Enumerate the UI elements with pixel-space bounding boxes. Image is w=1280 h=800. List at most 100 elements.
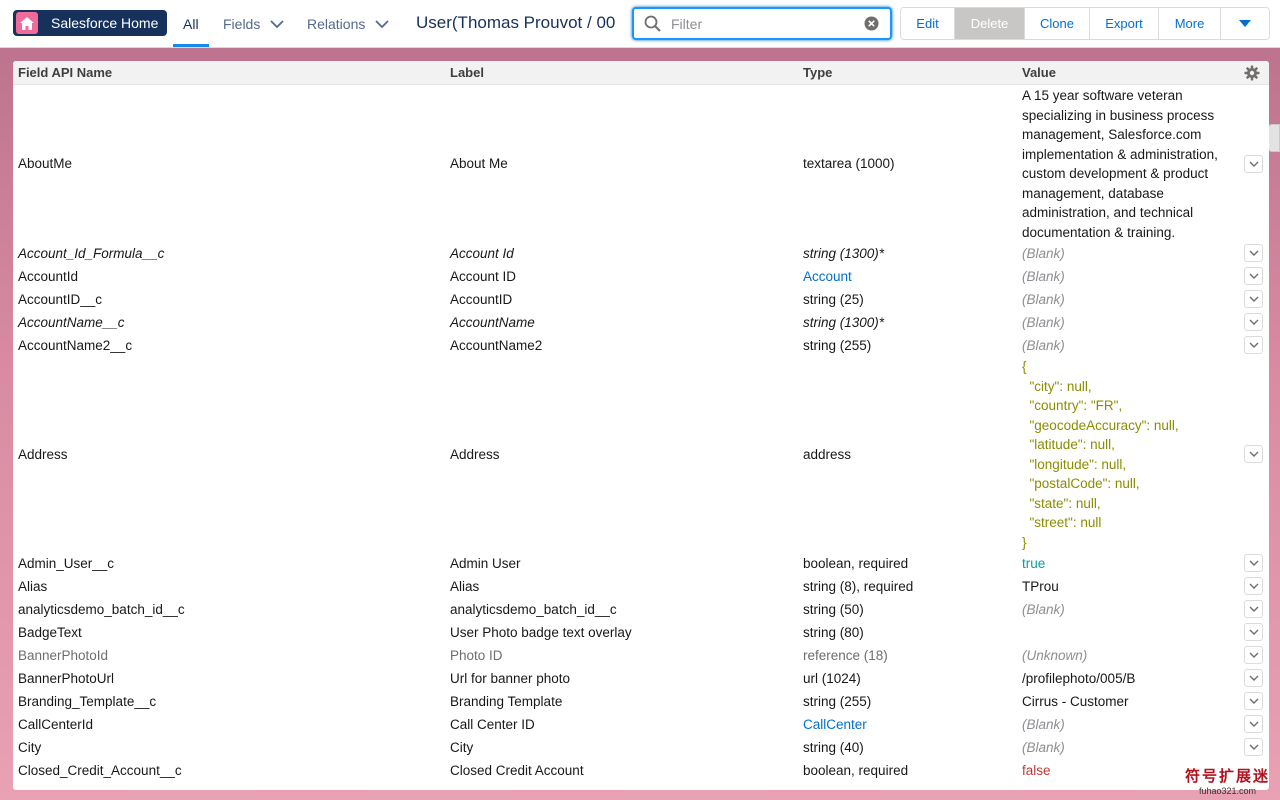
row-menu-button[interactable]: [1244, 600, 1263, 618]
field-value[interactable]: (Blank): [1022, 269, 1065, 284]
clear-icon[interactable]: [864, 16, 879, 31]
field-value[interactable]: (Blank): [1022, 315, 1065, 330]
field-api-name[interactable]: AboutMe: [18, 156, 72, 171]
field-api-name[interactable]: analyticsdemo_batch_id__c: [18, 602, 185, 617]
field-api-name[interactable]: Closed_Credit_Account__c: [18, 763, 182, 778]
header-field-api-name[interactable]: Field API Name: [18, 65, 112, 80]
chevron-down-icon: [1249, 342, 1258, 348]
field-api-name[interactable]: AccountName2__c: [18, 338, 132, 353]
chevron-down-icon: [1249, 675, 1258, 681]
table-row: Admin_User__c Admin User boolean, requir…: [13, 552, 1269, 575]
field-api-name[interactable]: BannerPhotoId: [18, 648, 108, 663]
field-label: AccountName: [450, 315, 535, 330]
table-header: Field API Name Label Type Value: [13, 61, 1269, 85]
row-menu-button[interactable]: [1244, 267, 1263, 285]
chevron-down-icon: [270, 19, 284, 29]
edit-button[interactable]: Edit: [901, 8, 955, 39]
export-button[interactable]: Export: [1090, 8, 1159, 39]
chevron-down-icon: [375, 19, 390, 29]
table-row: Address Address address { "city": null, …: [13, 357, 1269, 552]
chevron-down-icon: [1249, 698, 1258, 704]
field-value[interactable]: (Blank): [1022, 338, 1065, 353]
field-type: boolean, required: [803, 763, 909, 778]
field-api-name[interactable]: BannerPhotoUrl: [18, 671, 114, 686]
delete-button[interactable]: Delete: [955, 8, 1025, 39]
table-row: BadgeText User Photo badge text overlay …: [13, 621, 1269, 644]
field-type: address: [803, 447, 852, 462]
field-api-name[interactable]: AccountID__c: [18, 292, 102, 307]
field-api-name[interactable]: AccountId: [18, 269, 78, 284]
row-menu-button[interactable]: [1244, 244, 1263, 262]
field-value[interactable]: (Unknown): [1022, 648, 1087, 663]
field-value[interactable]: /profilephoto/005/B: [1022, 671, 1135, 686]
field-type: string (255): [803, 338, 872, 353]
field-type-link[interactable]: Account: [803, 269, 852, 284]
tab-fields-label: Fields: [223, 16, 261, 32]
field-value[interactable]: (Blank): [1022, 602, 1065, 617]
field-type: url (1024): [803, 671, 861, 686]
clone-button[interactable]: Clone: [1025, 8, 1090, 39]
field-value[interactable]: (Blank): [1022, 292, 1065, 307]
row-menu-button[interactable]: [1244, 646, 1263, 664]
field-value[interactable]: true: [1022, 556, 1045, 571]
filter-box: [632, 7, 892, 40]
row-menu-button[interactable]: [1244, 577, 1263, 595]
field-value[interactable]: Cirrus - Customer: [1022, 694, 1129, 709]
home-label: Salesforce Home: [51, 15, 159, 31]
chevron-down-icon: [1249, 583, 1258, 589]
tab-fields[interactable]: Fields: [223, 0, 284, 48]
field-value[interactable]: (Blank): [1022, 246, 1065, 261]
field-label: Admin User: [450, 556, 521, 571]
tab-all[interactable]: All: [173, 0, 208, 48]
home-icon: [16, 12, 38, 34]
field-value[interactable]: A 15 year software veteran specializing …: [1022, 86, 1234, 242]
field-value[interactable]: { "city": null, "country": "FR", "geocod…: [1022, 357, 1179, 552]
gear-icon[interactable]: [1244, 65, 1260, 81]
filter-input[interactable]: [671, 15, 851, 32]
tab-relations[interactable]: Relations: [307, 0, 390, 48]
chevron-down-icon: [1249, 652, 1258, 658]
field-type-link[interactable]: CallCenter: [803, 717, 867, 732]
row-menu-button[interactable]: [1244, 738, 1263, 756]
watermark-text: 符号扩展迷: [1184, 768, 1270, 785]
field-value[interactable]: false: [1022, 763, 1051, 778]
row-menu-button[interactable]: [1244, 155, 1263, 173]
header-type[interactable]: Type: [803, 65, 832, 80]
more-button[interactable]: More: [1159, 8, 1221, 39]
row-menu-button[interactable]: [1244, 554, 1263, 572]
row-menu-button[interactable]: [1244, 313, 1263, 331]
field-api-name[interactable]: BadgeText: [18, 625, 82, 640]
field-value[interactable]: TProu: [1022, 579, 1059, 594]
field-value[interactable]: (Blank): [1022, 717, 1065, 732]
header-label[interactable]: Label: [450, 65, 484, 80]
chevron-down-icon: [1249, 273, 1258, 279]
header-value[interactable]: Value: [1022, 65, 1056, 80]
field-api-name[interactable]: CallCenterId: [18, 717, 93, 732]
field-api-name[interactable]: Address: [18, 447, 68, 462]
side-panel-handle[interactable]: [1268, 124, 1280, 152]
field-value[interactable]: (Blank): [1022, 740, 1065, 755]
row-menu-button[interactable]: [1244, 669, 1263, 687]
field-api-name[interactable]: Alias: [18, 579, 47, 594]
table-row: AccountName2__c AccountName2 string (255…: [13, 334, 1269, 357]
search-icon: [644, 15, 661, 32]
field-label: Call Center ID: [450, 717, 535, 732]
table-row: AboutMe About Me textarea (1000) A 15 ye…: [13, 85, 1269, 242]
field-api-name[interactable]: Account_Id_Formula__c: [18, 246, 164, 261]
field-api-name[interactable]: AccountName__c: [18, 315, 125, 330]
row-menu-button[interactable]: [1244, 336, 1263, 354]
salesforce-home-button[interactable]: Salesforce Home: [13, 10, 167, 36]
field-label: Closed Credit Account: [450, 763, 584, 778]
row-menu-button[interactable]: [1244, 715, 1263, 733]
row-menu-button[interactable]: [1244, 623, 1263, 641]
row-menu-button[interactable]: [1244, 692, 1263, 710]
chevron-down-icon: [1249, 629, 1258, 635]
field-api-name[interactable]: Branding_Template__c: [18, 694, 156, 709]
field-api-name[interactable]: Admin_User__c: [18, 556, 114, 571]
chevron-down-icon: [1249, 296, 1258, 302]
field-api-name[interactable]: City: [18, 740, 41, 755]
field-label: Branding Template: [450, 694, 563, 709]
more-dropdown-button[interactable]: [1221, 8, 1269, 39]
row-menu-button[interactable]: [1244, 445, 1263, 463]
row-menu-button[interactable]: [1244, 290, 1263, 308]
